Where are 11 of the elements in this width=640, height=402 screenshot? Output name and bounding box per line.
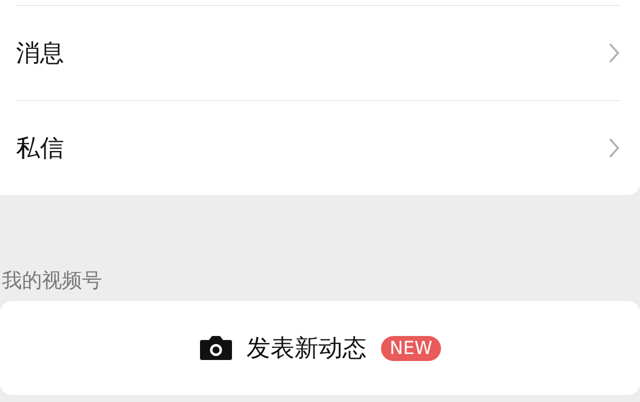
chevron-icon: [608, 42, 620, 64]
menu-label: 消息: [16, 38, 64, 69]
menu-row[interactable]: 私信: [16, 100, 620, 195]
menu-row[interactable]: 消息: [16, 5, 620, 100]
chevron-icon: [608, 137, 620, 159]
section-title: 我的视频号: [1, 267, 103, 294]
post-card[interactable]: 发表新动态 NEW: [0, 301, 640, 395]
camera-icon: [198, 335, 233, 361]
post-label: 发表新动态: [246, 333, 367, 364]
menu-label: 私信: [16, 133, 64, 164]
new-badge: NEW: [380, 336, 442, 360]
